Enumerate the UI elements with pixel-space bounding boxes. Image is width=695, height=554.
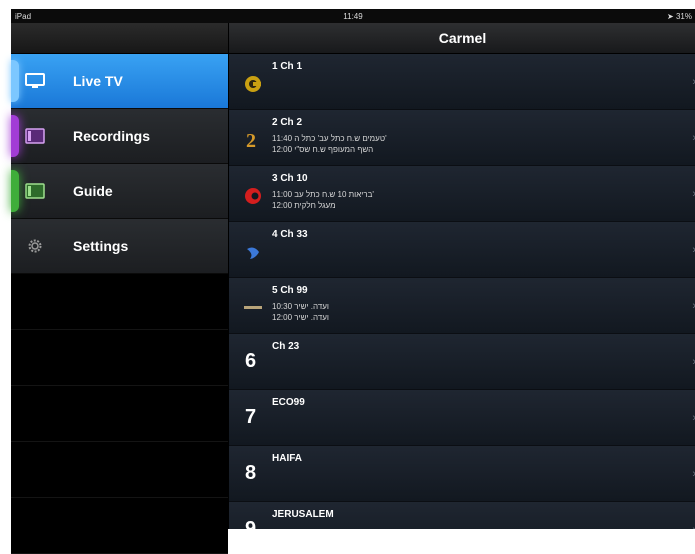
recordings-icon (24, 128, 46, 144)
channel-row[interactable]: 5 Ch 99 10:30 ועדה. ישיר 12:00 ועדה. ישי… (229, 278, 695, 334)
channel-number: 8 (245, 462, 257, 484)
tv-icon (24, 73, 46, 89)
channel-title: ECO99 (272, 397, 305, 408)
channel-row[interactable]: 4 Ch 33 › (229, 222, 695, 278)
channel-number: 7 (245, 406, 257, 428)
sidebar-item-label: Recordings (73, 128, 151, 144)
battery-label: 31% (675, 11, 692, 21)
sidebar-item-guide[interactable]: Guide (11, 164, 228, 219)
channel-title: Ch 23 (272, 341, 300, 352)
channel-row[interactable]: 6 Ch 23 › (229, 334, 695, 390)
sidebar-item-recordings[interactable]: Recordings (11, 109, 228, 164)
channel-title: 3 Ch 10 (272, 173, 308, 184)
guide-icon (24, 183, 46, 199)
program-now: 11:40 טעמים ש.ח כתל עב' כתל ה' (272, 134, 387, 143)
program-next: 12:00 מעגל חלקית (272, 201, 336, 210)
channel-title: 2 Ch 2 (272, 117, 303, 128)
program-next: 12:00 ועדה. ישיר (272, 313, 329, 322)
battery-indicator: ➤ 31% (667, 11, 692, 21)
status-bar: iPad 11:49 ➤ 31% (11, 9, 695, 23)
page-title: Carmel (229, 23, 695, 54)
program-now: 11:00 בריאות 10 ש.ח כתל עב' (272, 190, 374, 199)
sidebar: Live TV Recordings Guide Settings (11, 23, 228, 554)
channel-row[interactable]: 9 JERUSALEM › (229, 502, 695, 529)
sidebar-item-settings[interactable]: Settings (11, 219, 228, 274)
channel-1-logo-icon (243, 74, 263, 94)
channel-2-logo-icon: 2 (243, 130, 263, 150)
sidebar-item-label: Guide (73, 183, 113, 199)
program-next: 12:00 השף המעופף ש.ח שס"י (272, 145, 374, 154)
sidebar-item-label: Live TV (73, 73, 123, 89)
sidebar-item-label: Settings (73, 238, 129, 254)
glow-indicator (11, 170, 19, 212)
channel-99-logo-icon (243, 298, 263, 318)
channel-title: 1 Ch 1 (272, 61, 303, 72)
glow-indicator (11, 60, 19, 102)
channel-row[interactable]: 3 Ch 10 11:00 בריאות 10 ש.ח כתל עב' 12:0… (229, 166, 695, 222)
status-time: 11:49 (343, 11, 363, 21)
channel-title: 4 Ch 33 (272, 229, 308, 240)
sidebar-empty-area (11, 274, 228, 554)
channel-row[interactable]: 8 HAIFA › (229, 446, 695, 502)
channel-row[interactable]: 1 Ch 1 › (229, 54, 695, 110)
channel-33-logo-icon (243, 242, 263, 262)
channel-title: 5 Ch 99 (272, 285, 308, 296)
channel-row[interactable]: 2 2 Ch 2 11:40 טעמים ש.ח כתל עב' כתל ה' … (229, 110, 695, 166)
channel-number: 6 (245, 350, 257, 372)
gear-icon (24, 238, 46, 254)
channel-number: 9 (245, 518, 257, 529)
channel-list-panel: Carmel 1 Ch 1 › 2 2 Ch 2 11:40 טעמים ש.ח… (228, 23, 695, 529)
channel-row[interactable]: 7 ECO99 › (229, 390, 695, 446)
channel-title: HAIFA (272, 453, 302, 464)
program-now: 10:30 ועדה. ישיר (272, 302, 329, 311)
sidebar-header (11, 23, 228, 54)
channel-10-logo-icon (243, 186, 263, 206)
svg-text:2: 2 (246, 130, 256, 150)
glow-indicator (11, 115, 19, 157)
channel-title: JERUSALEM (272, 509, 334, 520)
sidebar-item-live-tv[interactable]: Live TV (11, 54, 228, 109)
